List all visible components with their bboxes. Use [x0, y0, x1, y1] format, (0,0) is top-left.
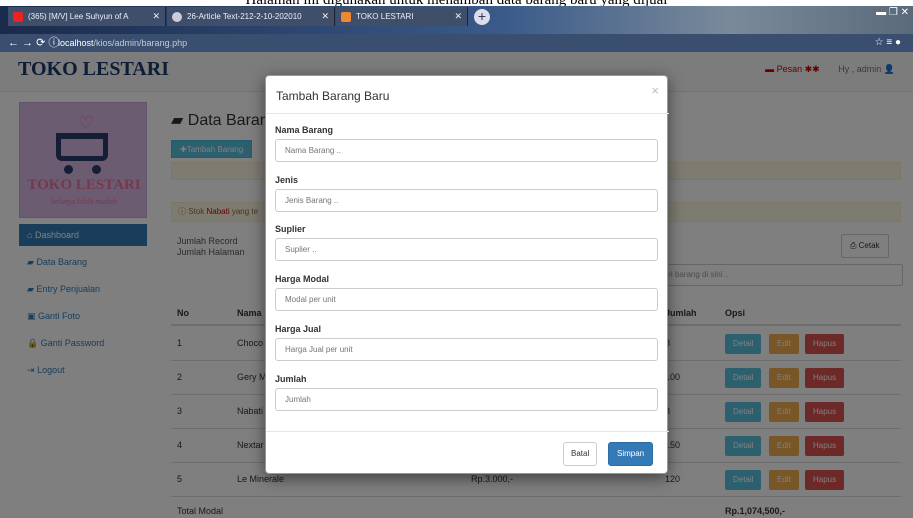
modal-footer: Batal Simpan — [266, 431, 669, 475]
tab-label: (365) [M/V] Lee Suhyun of A — [28, 12, 129, 21]
globe-icon — [172, 12, 182, 22]
jenis-input[interactable] — [275, 189, 658, 212]
field-harga-modal: Harga Modal — [275, 274, 659, 311]
field-label: Harga Modal — [275, 274, 330, 284]
field-jumlah: Jumlah — [275, 374, 659, 411]
modal-header: Tambah Barang Baru × — [266, 76, 669, 114]
simpan-button[interactable]: Simpan — [608, 442, 654, 466]
window-controls[interactable]: ▬ ❐ ✕ — [876, 7, 909, 18]
url-text[interactable]: localhost/kios/admin/barang.php — [58, 34, 187, 52]
field-label: Jumlah — [275, 374, 307, 384]
harga-jual-input[interactable] — [275, 338, 658, 361]
address-bar[interactable]: ← → ⟳ ⓘ localhost/kios/admin/barang.php … — [0, 34, 913, 52]
field-harga-jual: Harga Jual — [275, 324, 659, 361]
field-label: Jenis — [275, 175, 299, 185]
browser-tabstrip: (365) [M/V] Lee Suhyun of A ✕ 26-Article… — [0, 6, 913, 34]
tab-close-icon[interactable]: ✕ — [454, 7, 462, 26]
url-path: /kios/admin/barang.php — [93, 38, 188, 48]
extensions-icon[interactable]: ☆ ≡ ● — [875, 34, 901, 52]
modal-title: Tambah Barang Baru — [276, 89, 390, 103]
url-host: localhost — [58, 38, 94, 48]
back-forward-reload-icon[interactable]: ← → ⟳ ⓘ — [8, 34, 59, 52]
nama-barang-input[interactable] — [275, 139, 658, 162]
tab-close-icon[interactable]: ✕ — [321, 7, 329, 26]
jumlah-input[interactable] — [275, 388, 658, 411]
tambah-barang-modal: Tambah Barang Baru × Nama Barang Jenis S… — [265, 75, 669, 475]
browser-tab-youtube[interactable]: (365) [M/V] Lee Suhyun of A ✕ — [8, 7, 166, 26]
field-nama-barang: Nama Barang — [275, 125, 659, 162]
new-tab-button[interactable]: + — [474, 9, 490, 25]
field-suplier: Suplier — [275, 224, 659, 261]
batal-button[interactable]: Batal — [563, 442, 598, 466]
field-label: Nama Barang — [275, 125, 334, 135]
tab-close-icon[interactable]: ✕ — [152, 7, 160, 26]
field-label: Suplier — [275, 224, 306, 234]
harga-modal-input[interactable] — [275, 288, 658, 311]
field-label: Harga Jual — [275, 324, 322, 334]
tab-label: TOKO LESTARI — [356, 12, 414, 21]
close-icon[interactable]: × — [651, 83, 659, 98]
site-favicon-icon — [341, 12, 351, 22]
browser-tab-toko[interactable]: TOKO LESTARI ✕ — [336, 7, 468, 26]
suplier-input[interactable] — [275, 238, 658, 261]
field-jenis: Jenis — [275, 175, 659, 212]
youtube-icon — [13, 12, 23, 22]
browser-tab-article[interactable]: 26-Article Text-212-2-10-202010 ✕ — [167, 7, 335, 26]
tab-label: 26-Article Text-212-2-10-202010 — [187, 12, 302, 21]
